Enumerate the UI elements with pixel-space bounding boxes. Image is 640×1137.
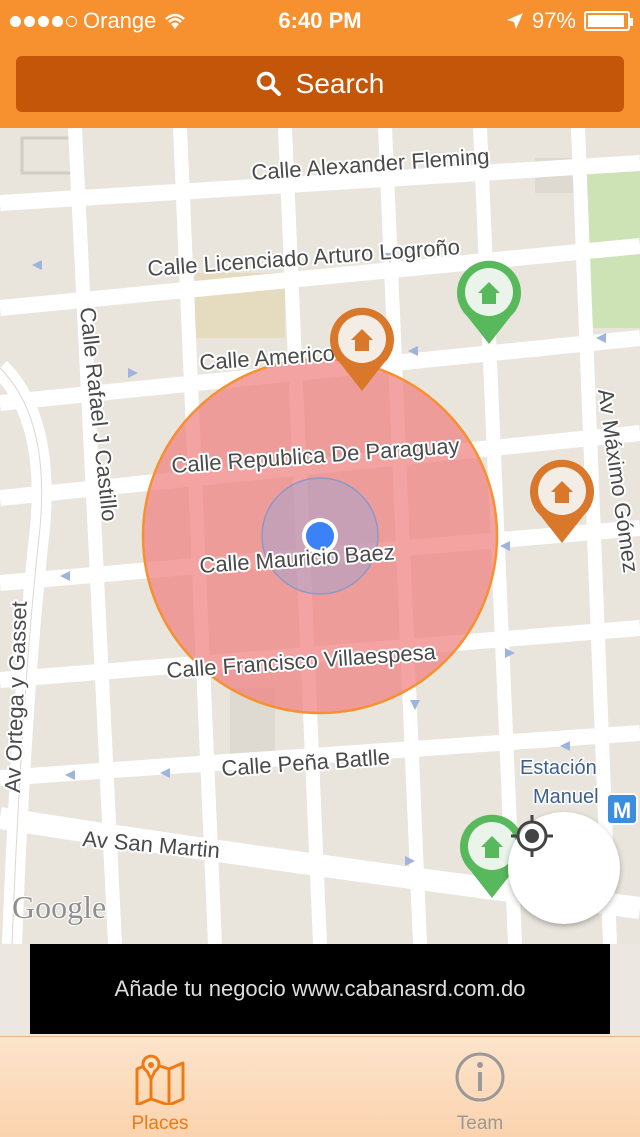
search-icon [256, 71, 281, 96]
search-button[interactable]: Search [16, 56, 624, 112]
tab-team[interactable]: Team [320, 1037, 640, 1137]
tab-label: Team [456, 1113, 504, 1134]
info-icon [455, 1052, 505, 1102]
map-view[interactable]: Calle Alexander Fleming Calle Licenciado… [0, 128, 640, 944]
station-label: Manuel [533, 786, 599, 808]
banner-text: Añade tu negocio www.cabanasrd.com.do [114, 976, 526, 1001]
ad-banner[interactable]: Añade tu negocio www.cabanasrd.com.do [30, 944, 610, 1034]
header: Search [0, 40, 640, 128]
location-arrow-icon [506, 13, 523, 29]
metro-letter: M [613, 798, 631, 823]
tab-label: Places [131, 1113, 189, 1134]
status-bar: Orange 6:40 PM 97% [0, 0, 640, 40]
map-pin-icon [135, 1054, 185, 1105]
status-right: 97% [506, 8, 633, 34]
tab-bar: Places Team [0, 1036, 640, 1137]
google-attribution: Google [12, 889, 106, 925]
battery-icon [584, 11, 633, 31]
crosshair-icon [511, 815, 553, 857]
battery-percent: 97% [531, 8, 576, 33]
tab-places[interactable]: Places [0, 1037, 320, 1137]
station-label: Estación [520, 757, 597, 779]
my-location-button[interactable] [508, 812, 620, 924]
search-label: Search [295, 68, 385, 99]
